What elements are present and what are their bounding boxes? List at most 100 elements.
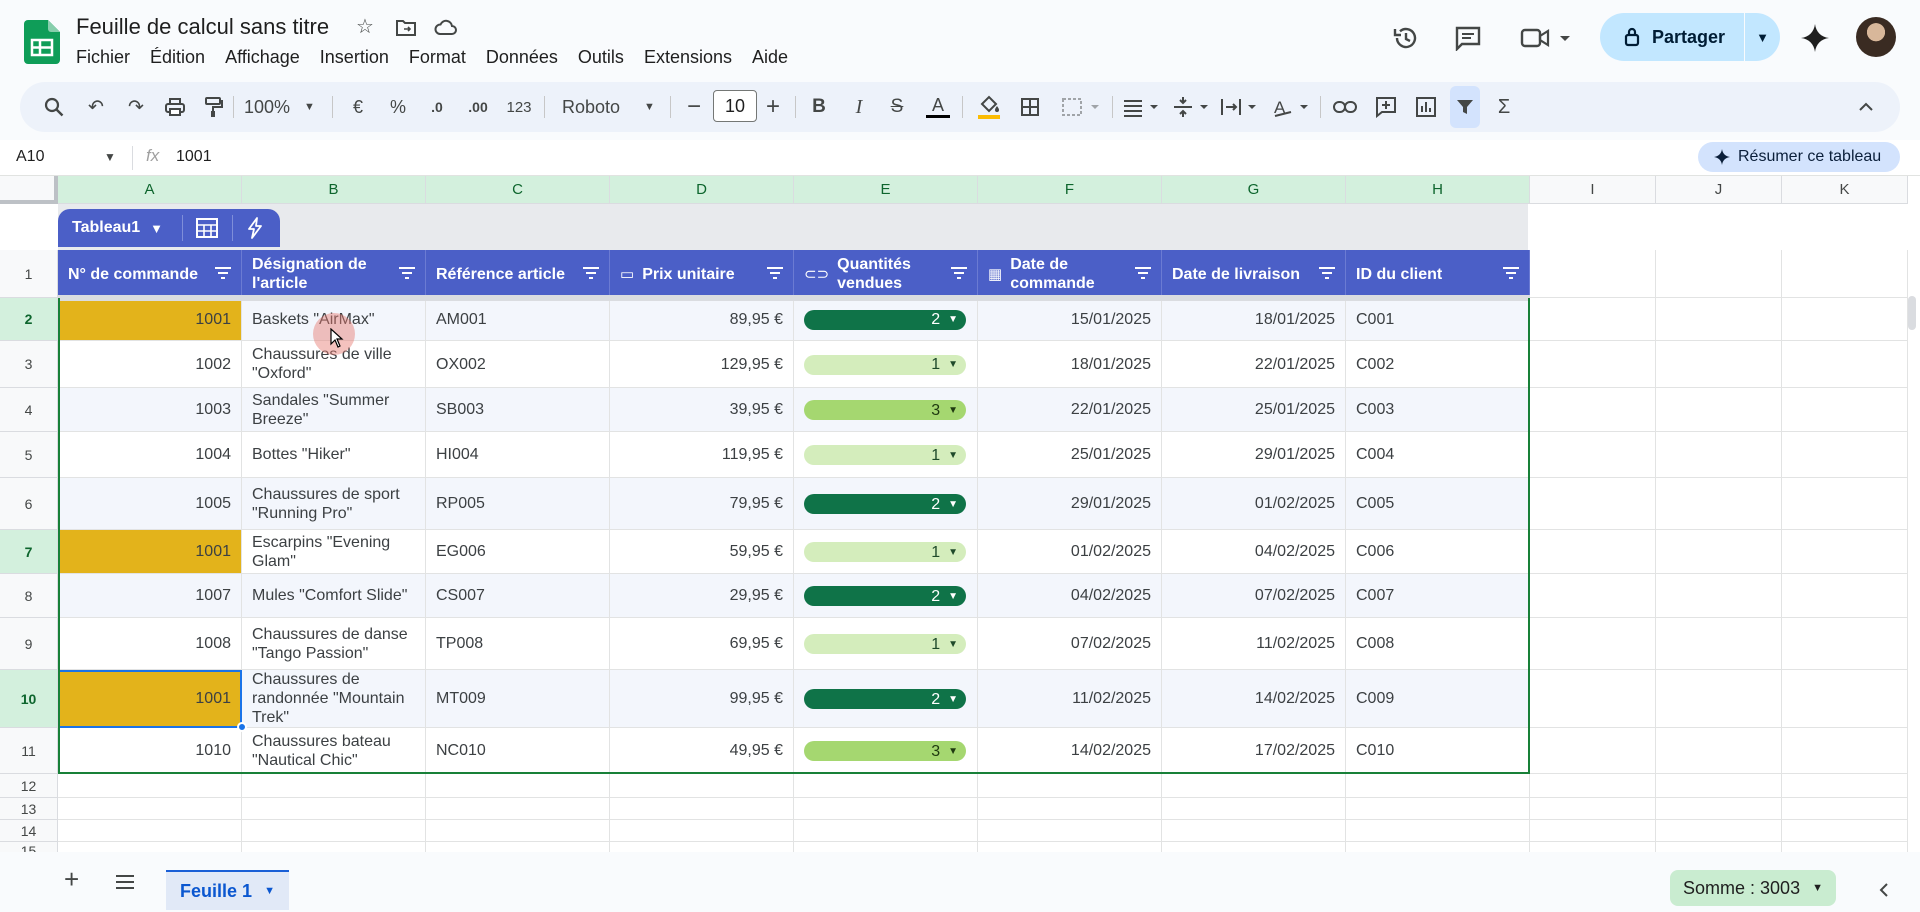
empty-cell[interactable] (610, 798, 794, 820)
paint-format-icon[interactable] (200, 82, 228, 132)
cell-num[interactable]: 1007 (58, 574, 242, 618)
cell-delivery[interactable]: 04/02/2025 (1162, 530, 1346, 574)
cell-order[interactable]: 29/01/2025 (978, 478, 1162, 530)
cell-qty[interactable]: 2 ▼ (794, 298, 978, 341)
empty-cell[interactable] (1782, 670, 1908, 728)
cell-order[interactable]: 01/02/2025 (978, 530, 1162, 574)
cell-ref[interactable]: CS007 (426, 574, 610, 618)
name-box-caret-icon[interactable]: ▼ (104, 150, 116, 164)
row-header-3[interactable]: 3 (0, 341, 58, 388)
table-header-price[interactable]: ▭ Prix unitaire (610, 250, 794, 298)
decrease-font-size-icon[interactable]: − (682, 82, 706, 132)
cell-client[interactable]: C008 (1346, 618, 1530, 670)
cell-delivery[interactable]: 11/02/2025 (1162, 618, 1346, 670)
cell-delivery[interactable]: 25/01/2025 (1162, 388, 1346, 432)
cell-delivery[interactable]: 07/02/2025 (1162, 574, 1346, 618)
table-name[interactable]: Tableau1 (58, 219, 140, 237)
quantity-chip[interactable]: 1 ▼ (804, 542, 966, 562)
empty-cell[interactable] (1656, 728, 1782, 774)
smart-actions-bolt-icon[interactable] (247, 217, 263, 239)
side-panel-toggle-icon[interactable] (1878, 882, 1890, 898)
column-filter-icon[interactable] (1503, 266, 1519, 280)
empty-cell[interactable] (1656, 820, 1782, 842)
column-header-g[interactable]: G (1162, 176, 1346, 204)
number-format-button[interactable]: 123 (504, 82, 534, 132)
empty-cell[interactable] (1530, 820, 1656, 842)
undo-icon[interactable]: ↶ (82, 82, 110, 132)
empty-cell[interactable] (1162, 798, 1346, 820)
text-wrapping-icon[interactable] (1218, 82, 1260, 132)
empty-cell[interactable] (1656, 774, 1782, 798)
table-header-name[interactable]: Désignation de l'article (242, 250, 426, 298)
cell-name[interactable]: Mules "Comfort Slide" (242, 574, 426, 618)
bold-icon[interactable]: B (806, 82, 832, 132)
empty-cell[interactable] (1346, 842, 1530, 852)
quantity-chip[interactable]: 2 ▼ (804, 586, 966, 606)
empty-cell[interactable] (1530, 478, 1656, 530)
empty-cell[interactable] (426, 774, 610, 798)
empty-cell[interactable] (1782, 478, 1908, 530)
empty-cell[interactable] (426, 820, 610, 842)
empty-cell[interactable] (1162, 774, 1346, 798)
cell-delivery[interactable]: 22/01/2025 (1162, 341, 1346, 388)
table-menu-caret-icon[interactable]: ▼ (150, 221, 163, 236)
document-title[interactable]: Feuille de calcul sans titre (76, 14, 329, 40)
cell-client[interactable]: C009 (1346, 670, 1530, 728)
cell-num[interactable]: 1008 (58, 618, 242, 670)
empty-cell[interactable] (1656, 530, 1782, 574)
cell-name[interactable]: Chaussures bateau "Nautical Chic" (242, 728, 426, 774)
cell-order[interactable]: 11/02/2025 (978, 670, 1162, 728)
cell-delivery[interactable]: 29/01/2025 (1162, 432, 1346, 478)
row-header-7[interactable]: 7 (0, 530, 58, 574)
quantity-chip[interactable]: 2 ▼ (804, 689, 966, 709)
fill-handle[interactable] (237, 722, 247, 732)
quantity-chip[interactable]: 1 ▼ (804, 445, 966, 465)
cell-ref[interactable]: MT009 (426, 670, 610, 728)
quantity-chip[interactable]: 2 ▼ (804, 494, 966, 514)
empty-cell[interactable] (1530, 530, 1656, 574)
menu-data[interactable]: Données (476, 46, 568, 68)
cell-ref[interactable]: NC010 (426, 728, 610, 774)
cell-price[interactable]: 39,95 € (610, 388, 794, 432)
empty-cell[interactable] (1530, 341, 1656, 388)
row-header-12[interactable]: 12 (0, 774, 58, 798)
menu-tools[interactable]: Outils (568, 46, 634, 68)
cell-num[interactable]: 1001 (58, 530, 242, 574)
empty-cell[interactable] (1782, 298, 1908, 341)
cell-num[interactable]: 1003 (58, 388, 242, 432)
borders-icon[interactable] (1016, 82, 1044, 132)
cell-ref[interactable]: EG006 (426, 530, 610, 574)
table-header-ref[interactable]: Référence article (426, 250, 610, 298)
empty-cell[interactable] (1656, 250, 1782, 298)
search-menus-icon[interactable] (40, 82, 68, 132)
quantity-chip[interactable]: 1 ▼ (804, 354, 966, 375)
menu-insert[interactable]: Insertion (310, 46, 399, 68)
empty-cell[interactable] (1530, 250, 1656, 298)
redo-icon[interactable]: ↷ (122, 82, 150, 132)
cell-price[interactable]: 69,95 € (610, 618, 794, 670)
share-button[interactable]: Partager ▼ (1600, 13, 1780, 61)
empty-cell[interactable] (1530, 728, 1656, 774)
table-header-order[interactable]: ▦ Date de commande (978, 250, 1162, 298)
format-percent-button[interactable]: % (384, 82, 412, 132)
cell-qty[interactable]: 2 ▼ (794, 670, 978, 728)
cloud-status-icon[interactable] (434, 18, 458, 36)
empty-cell[interactable] (242, 820, 426, 842)
row-header-10[interactable]: 10 (0, 670, 58, 728)
cell-qty[interactable]: 1 ▼ (794, 341, 978, 388)
empty-cell[interactable] (1656, 298, 1782, 341)
table-header-qty[interactable]: ⊂⊃ Quantités vendues (794, 250, 978, 298)
cell-client[interactable]: C004 (1346, 432, 1530, 478)
menu-edit[interactable]: Édition (140, 46, 215, 68)
cell-qty[interactable]: 3 ▼ (794, 388, 978, 432)
cell-qty[interactable]: 2 ▼ (794, 574, 978, 618)
column-header-b[interactable]: B (242, 176, 426, 204)
format-currency-button[interactable]: € (344, 82, 372, 132)
empty-cell[interactable] (1782, 798, 1908, 820)
sheet-tab-caret-icon[interactable]: ▼ (264, 885, 275, 897)
cell-order[interactable]: 04/02/2025 (978, 574, 1162, 618)
all-sheets-icon[interactable] (114, 874, 136, 890)
version-history-icon[interactable] (1392, 24, 1420, 52)
menu-help[interactable]: Aide (742, 46, 798, 68)
empty-cell[interactable] (58, 820, 242, 842)
